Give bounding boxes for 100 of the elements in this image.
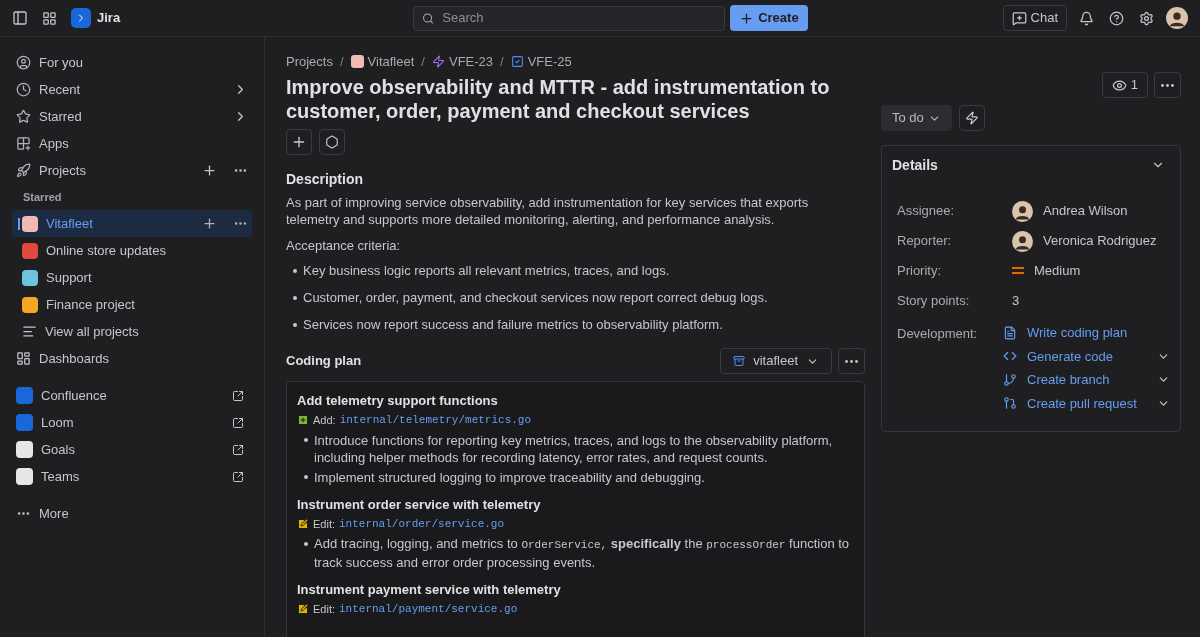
add-icon (202, 216, 217, 231)
eye-icon (1111, 77, 1127, 93)
checkbox-icon (510, 55, 524, 69)
breadcrumb-link[interactable]: VFE-25 (510, 52, 572, 72)
field-value: 3 (1012, 292, 1020, 311)
breadcrumb-separator: / (500, 53, 504, 71)
external-link-icon (232, 443, 244, 456)
avatar (1012, 200, 1033, 222)
criteria-item: Customer, order, payment, and checkout services now report correct debug logs. (303, 288, 768, 307)
settings-icon (1139, 10, 1154, 26)
file-path-link[interactable]: internal/payment/service.go (339, 601, 518, 618)
step-detail: Add tracing, logging, and metrics to OrderService, specifically the processOrder function to track success and error order processing events. (314, 535, 851, 571)
breadcrumb-separator: / (421, 53, 425, 71)
step-detail: Introduce functions for reporting key metrics, traces, and logs to the observability platform, including helper methods for recording latency, error rates, and request counts. (314, 431, 834, 466)
project-icon (350, 55, 364, 69)
repository-icon (733, 355, 746, 367)
app-item[interactable]: Goals (12, 436, 252, 463)
step-detail: Implement structured logging to improve traceability and debugging. (314, 468, 705, 486)
field-label: Story points: (897, 292, 971, 311)
help-icon (1109, 10, 1124, 26)
more-button[interactable] (838, 348, 865, 374)
more-button[interactable] (1154, 72, 1181, 98)
nav-icon (16, 82, 31, 97)
nav-item[interactable]: Dashboards (12, 345, 252, 372)
app-item[interactable]: Teams (12, 463, 252, 490)
nav-item[interactable]: Starred (12, 103, 252, 130)
development-link[interactable]: Create pull request (1027, 393, 1147, 413)
product-name: Jira (97, 9, 121, 28)
app-item[interactable]: Confluence (12, 382, 252, 409)
chat-icon (1011, 10, 1027, 26)
repository-select[interactable]: vitafleet (720, 348, 832, 374)
description-text: As part of improving service observability, add instrumentation for key services that exports telemetry and supports more detailed monitoring, alerting, and performance analysis. (286, 193, 810, 228)
development-link[interactable]: Write coding plan (1027, 323, 1147, 343)
external-link-icon (232, 470, 244, 483)
hexagon-icon (325, 134, 339, 149)
criteria-label: Acceptance criteria: (286, 236, 402, 255)
issue-title: Improve observability and MTTR - add instrumentation to customer, order, payment and checkout services (286, 74, 831, 123)
nav-item[interactable]: View all projects (12, 318, 252, 345)
criteria-item: Services now report success and failure metrics to observability platform. (303, 315, 723, 334)
nav-icon (16, 109, 31, 124)
automation-button[interactable] (958, 105, 985, 131)
notifications-icon (1079, 10, 1094, 26)
nav-icon (16, 136, 31, 151)
breadcrumb-link[interactable]: Vitafleet (350, 52, 415, 72)
breadcrumb-link[interactable]: Projects (286, 52, 333, 72)
avatar (1166, 7, 1188, 29)
watchers-button[interactable]: 1 (1101, 72, 1148, 98)
search-icon (422, 11, 435, 25)
step-title: Instrument order service with telemetry (297, 495, 542, 513)
criteria-item: Key business logic reports all relevant metrics, traces, and logs. (303, 261, 670, 280)
nav-icon (16, 163, 31, 178)
dashboard-icon (16, 351, 31, 366)
dev-icon (1003, 396, 1017, 411)
search-input[interactable]: Search (442, 8, 717, 28)
project-item[interactable]: Online store updates (12, 237, 252, 264)
edit-file-icon (297, 603, 309, 616)
development-link[interactable]: Create branch (1027, 370, 1147, 390)
more-icon (1161, 83, 1174, 87)
field-value: Veronica Rodriguez (1043, 232, 1157, 251)
action-label: Edit: (313, 516, 335, 532)
nav-item[interactable]: Recent (12, 76, 252, 103)
nav-item[interactable]: For you (12, 49, 252, 76)
field-label: Priority: (897, 262, 943, 281)
action-label: Edit: (313, 602, 335, 617)
more-item[interactable]: More (12, 500, 252, 527)
add-icon (202, 163, 217, 178)
app-switcher-icon (42, 10, 57, 26)
app-item[interactable]: Loom (12, 409, 252, 436)
search-field[interactable]: Search (413, 5, 726, 31)
field-label: Development: (897, 325, 979, 343)
project-item[interactable]: Support (12, 264, 252, 291)
project-item[interactable]: Finance project (12, 291, 252, 318)
status-dropdown[interactable]: To do (881, 105, 952, 131)
priority-icon (1012, 267, 1024, 275)
project-item[interactable]: Vitafleet (12, 210, 252, 237)
details-heading: Details (892, 155, 939, 175)
add-button[interactable] (286, 128, 312, 155)
create-button[interactable]: Create (730, 5, 808, 31)
field-label: Assignee: (897, 202, 956, 221)
bullet-icon (303, 541, 308, 546)
field-value: Medium (1034, 262, 1081, 281)
development-link[interactable]: Generate code (1027, 346, 1147, 366)
field-label: Reporter: (897, 232, 953, 251)
file-path-link[interactable]: internal/order/service.go (339, 515, 505, 532)
file-path-link[interactable]: internal/telemetry/metrics.go (339, 412, 532, 429)
breadcrumb-separator: / (339, 53, 344, 71)
avatar (1012, 230, 1033, 252)
list-icon (22, 324, 37, 339)
edit-file-icon (297, 517, 309, 530)
apps-button[interactable] (319, 128, 345, 155)
lightning-icon (431, 55, 445, 69)
section-heading: Coding plan (286, 352, 363, 371)
external-link-icon (232, 389, 244, 402)
nav-item[interactable]: Apps (12, 130, 252, 157)
sidebar-toggle-icon (12, 10, 28, 26)
chat-button[interactable]: Chat (1002, 5, 1067, 31)
nav-item[interactable]: Projects (12, 157, 252, 184)
nav-icon (16, 55, 31, 70)
breadcrumb-link[interactable]: VFE-23 (431, 52, 494, 72)
bullet-icon (292, 268, 297, 273)
